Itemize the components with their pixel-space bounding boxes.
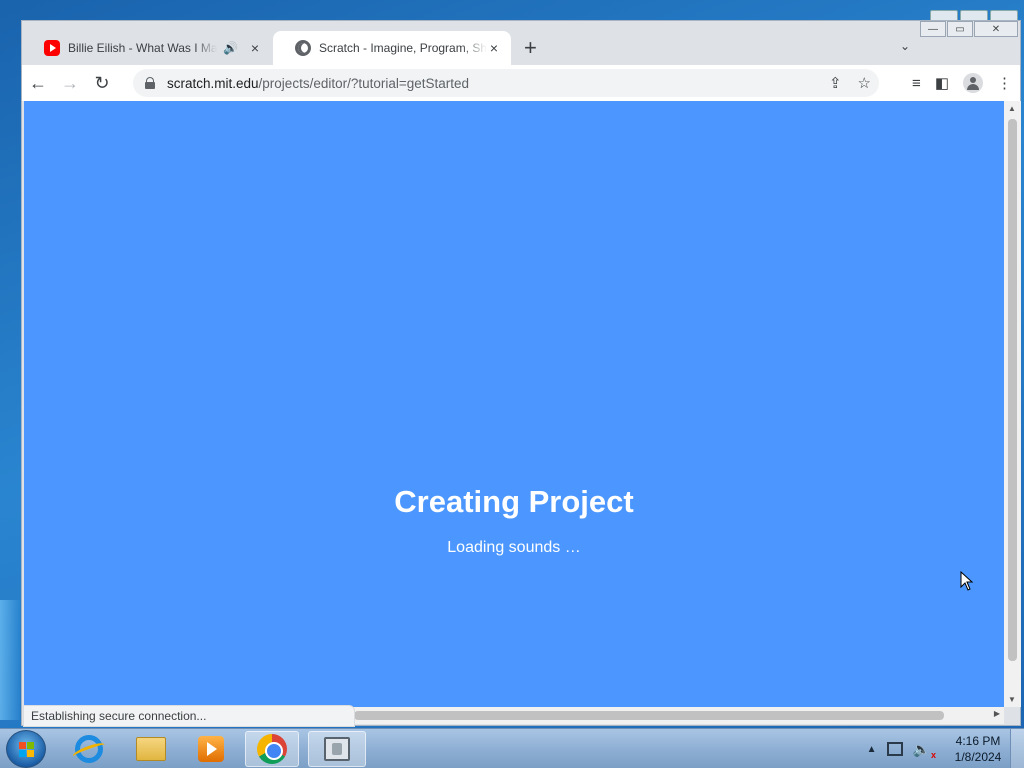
audio-playing-icon[interactable]: 🔊 xyxy=(223,41,238,55)
loading-title: Creating Project xyxy=(394,484,634,519)
reload-button[interactable]: ↻ xyxy=(86,73,118,94)
page-viewport: Creating Project Loading sounds … xyxy=(24,101,1004,707)
vertical-scrollbar[interactable]: ▲ ▼ xyxy=(1004,101,1021,707)
new-tab-button[interactable]: + xyxy=(524,35,537,61)
ie-icon xyxy=(75,735,103,763)
lock-icon[interactable] xyxy=(145,77,155,89)
horizontal-scroll-thumb[interactable] xyxy=(354,711,944,720)
reading-list-icon[interactable]: ≡ xyxy=(912,75,921,92)
omnibox-actions: ⇪ ☆ xyxy=(829,74,871,92)
loading-message: Loading sounds … xyxy=(447,539,581,556)
vertical-scroll-thumb[interactable] xyxy=(1008,119,1017,661)
folder-icon xyxy=(136,737,166,761)
show-desktop-button[interactable] xyxy=(1010,729,1024,768)
bookmark-star-icon[interactable]: ☆ xyxy=(858,74,871,92)
browser-toolbar: ← → ↻ scratch.mit.edu/projects/editor/?t… xyxy=(22,65,1020,101)
media-player-icon xyxy=(198,736,224,762)
close-tab-button[interactable]: × xyxy=(487,40,501,56)
taskbar-media-player[interactable] xyxy=(184,731,238,767)
network-icon[interactable] xyxy=(886,742,903,756)
youtube-icon xyxy=(44,40,60,56)
side-panel-icon[interactable]: ◧ xyxy=(935,74,949,92)
system-tray: ▲ 🔈 x 4:16 PM 1/8/2024 xyxy=(867,729,1024,768)
clock-time: 4:16 PM xyxy=(955,734,1001,748)
taskbar: ▲ 🔈 x 4:16 PM 1/8/2024 xyxy=(0,728,1024,768)
back-button[interactable]: ← xyxy=(22,73,54,94)
toolbar-right: ≡ ◧ ⋮ xyxy=(912,73,1012,93)
scroll-down-icon[interactable]: ▼ xyxy=(1008,695,1016,704)
chrome-window: — ▭ ✕ Billie Eilish - What Was I Made Fo… xyxy=(21,20,1021,727)
taskbar-file-explorer[interactable] xyxy=(124,731,178,767)
app-window-icon xyxy=(324,737,350,761)
start-button[interactable] xyxy=(6,730,46,768)
chrome-icon xyxy=(257,734,287,764)
close-tab-button[interactable]: × xyxy=(248,40,262,56)
profile-avatar-icon[interactable] xyxy=(963,73,983,93)
desktop-highlight xyxy=(0,600,20,720)
clock[interactable]: 4:16 PM 1/8/2024 xyxy=(946,733,1010,765)
status-bubble: Establishing secure connection... xyxy=(23,705,355,727)
scroll-up-icon[interactable]: ▲ xyxy=(1008,104,1016,113)
forward-button[interactable]: → xyxy=(54,73,86,94)
tab-title: Scratch - Imagine, Program, Share xyxy=(319,41,487,55)
scroll-right-icon[interactable]: ▶ xyxy=(994,709,1000,718)
taskbar-app[interactable] xyxy=(308,731,366,767)
menu-kebab-icon[interactable]: ⋮ xyxy=(997,74,1012,92)
tab-search-button[interactable]: ⌄ xyxy=(900,39,910,53)
tab-title: Billie Eilish - What Was I Made For? xyxy=(68,41,218,55)
url-host: scratch.mit.edu xyxy=(167,75,259,91)
address-bar[interactable]: scratch.mit.edu/projects/editor/?tutoria… xyxy=(133,69,879,97)
tab-strip: Billie Eilish - What Was I Made For? 🔊 ×… xyxy=(22,21,1020,65)
share-icon[interactable]: ⇪ xyxy=(829,74,842,92)
tab-youtube[interactable]: Billie Eilish - What Was I Made For? 🔊 × xyxy=(22,31,272,65)
tab-scratch[interactable]: Scratch - Imagine, Program, Share × xyxy=(273,31,511,65)
windows-logo-icon xyxy=(19,742,35,758)
taskbar-google-chrome[interactable] xyxy=(245,731,299,767)
volume-muted-icon[interactable]: 🔈 x xyxy=(913,741,936,760)
globe-icon xyxy=(295,40,311,56)
show-hidden-icons-button[interactable]: ▲ xyxy=(867,744,877,755)
taskbar-internet-explorer[interactable] xyxy=(62,731,116,767)
clock-date: 1/8/2024 xyxy=(954,750,1002,764)
url-path: /projects/editor/?tutorial=getStarted xyxy=(258,75,470,91)
